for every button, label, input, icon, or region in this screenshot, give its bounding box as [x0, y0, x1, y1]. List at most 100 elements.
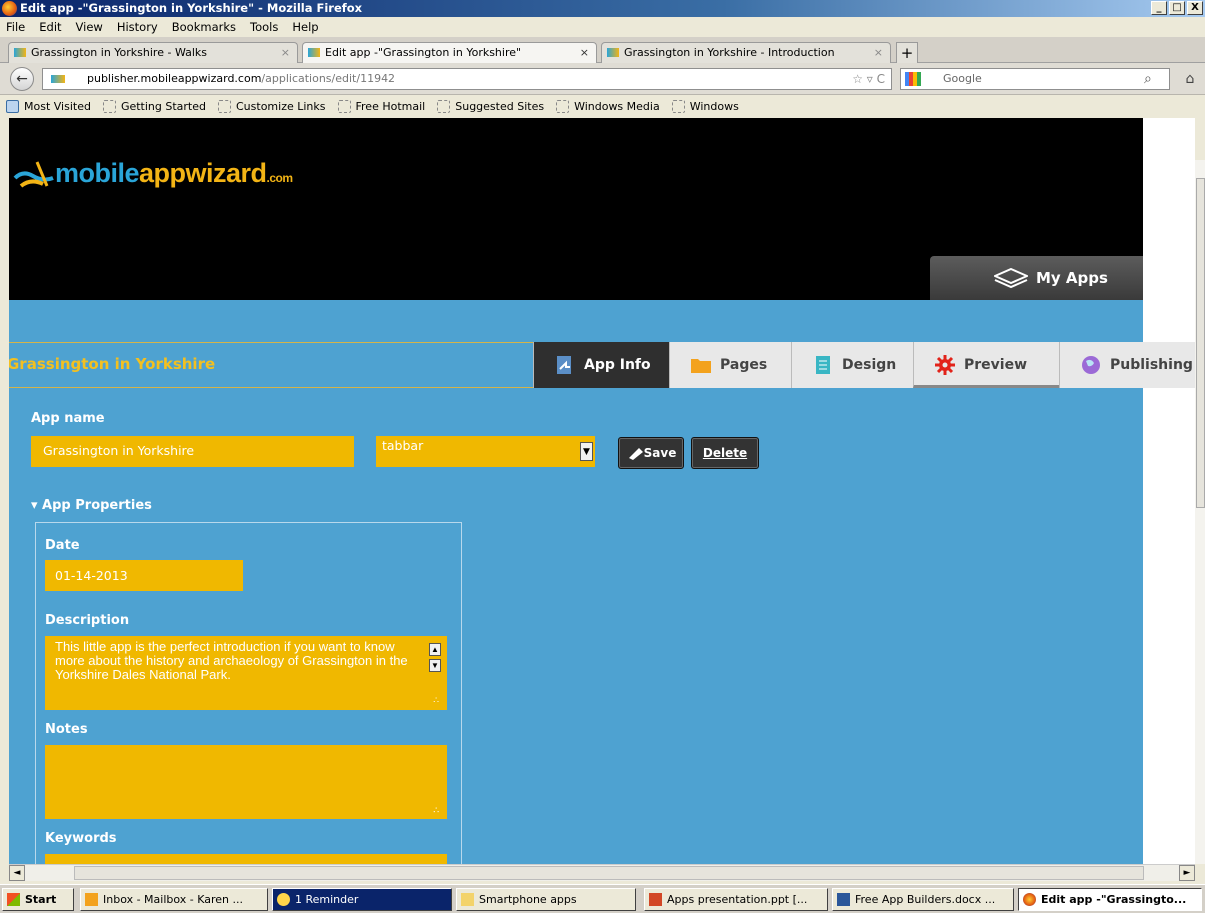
delete-button[interactable]: Delete	[691, 437, 759, 469]
menu-edit[interactable]: Edit	[39, 20, 61, 34]
menu-tools[interactable]: Tools	[250, 20, 278, 34]
tab-close-icon[interactable]: ×	[281, 43, 290, 62]
new-tab-button[interactable]: +	[896, 42, 918, 63]
app-style-value: tabbar	[382, 438, 424, 453]
bookmark-folder-icon	[6, 99, 19, 113]
notes-textarea[interactable]: ∴	[45, 745, 447, 819]
menu-bookmarks[interactable]: Bookmarks	[172, 20, 236, 34]
bookmark-customize-links[interactable]: Customize Links	[218, 99, 326, 113]
scroll-down-icon[interactable]: ▼	[429, 659, 441, 672]
tab-label: Publishing	[1110, 357, 1193, 373]
tab-app-info[interactable]: App Info	[533, 342, 669, 388]
search-icon[interactable]: ⌕	[1144, 71, 1152, 87]
date-input[interactable]: 01-14-2013	[45, 560, 243, 591]
menu-view[interactable]: View	[76, 20, 103, 34]
google-icon[interactable]	[905, 72, 921, 86]
description-label: Description	[45, 613, 130, 628]
taskbar-item-reminder[interactable]: 1 Reminder	[272, 888, 452, 911]
tab-label: App Info	[584, 357, 651, 373]
bookmark-free-hotmail[interactable]: Free Hotmail	[337, 99, 425, 113]
bookmarks-bar: Most Visited Getting Started Customize L…	[0, 96, 1205, 116]
tab-preview[interactable]: Preview	[913, 342, 1059, 388]
bookmark-windows-media[interactable]: Windows Media	[556, 99, 660, 113]
browser-tab-introduction[interactable]: Grassington in Yorkshire - Introduction …	[601, 42, 891, 63]
bookmark-getting-started[interactable]: Getting Started	[102, 99, 206, 113]
app-title-bar: Grassington in Yorkshire App Info Pages …	[9, 342, 1195, 388]
bookmark-label: Most Visited	[24, 99, 91, 113]
window-controls: _ □ X	[1151, 1, 1203, 16]
tab-label: Grassington in Yorkshire - Walks	[31, 46, 208, 59]
menu-history[interactable]: History	[117, 20, 158, 34]
back-button[interactable]: ←	[10, 67, 34, 91]
tab-publishing[interactable]: Publishing	[1059, 342, 1195, 388]
chevron-down-icon[interactable]: ▼	[580, 442, 593, 461]
bookmark-suggested-sites[interactable]: Suggested Sites	[437, 99, 544, 113]
outlook-icon	[85, 893, 98, 906]
tab-label: Pages	[720, 357, 768, 373]
scroll-right-icon[interactable]: ►	[1179, 865, 1195, 881]
firefox-icon	[1023, 893, 1036, 906]
bookmark-icon	[102, 99, 116, 113]
url-path: /applications/edit/11942	[261, 72, 396, 85]
tab-design[interactable]: Design	[791, 342, 913, 388]
browser-tab-edit-app[interactable]: Edit app -"Grassington in Yorkshire" ×	[302, 42, 597, 64]
site-favicon-icon	[308, 48, 320, 57]
minimize-button[interactable]: _	[1151, 1, 1167, 15]
app-title: Grassington in Yorkshire	[9, 355, 216, 373]
search-input[interactable]: Google	[900, 68, 1170, 90]
tab-label: Design	[842, 357, 897, 373]
search-placeholder: Google	[943, 72, 982, 85]
my-apps-button[interactable]: My Apps	[930, 256, 1159, 300]
taskbar-item-firefox[interactable]: Edit app -"Grassingto...	[1018, 888, 1202, 911]
taskbar-item-word[interactable]: Free App Builders.docx ...	[832, 888, 1014, 911]
scroll-left-icon[interactable]: ◄	[9, 865, 25, 881]
browser-tab-walks[interactable]: Grassington in Yorkshire - Walks ×	[8, 42, 298, 63]
taskbar-item-inbox[interactable]: Inbox - Mailbox - Karen ...	[80, 888, 268, 911]
site-identity-icon[interactable]	[51, 75, 65, 83]
save-label: Save	[643, 446, 677, 460]
taskbar-item-powerpoint[interactable]: Apps presentation.ppt [...	[644, 888, 828, 911]
menu-help[interactable]: Help	[292, 20, 318, 34]
keywords-input[interactable]	[45, 854, 447, 864]
vertical-scroll-thumb[interactable]	[1196, 178, 1205, 508]
bookmark-windows[interactable]: Windows	[671, 99, 739, 113]
app-name-input[interactable]: Grassington in Yorkshire	[31, 436, 354, 467]
tab-label: Preview	[964, 357, 1028, 373]
bookmark-most-visited[interactable]: Most Visited	[6, 99, 91, 113]
resize-grip-icon[interactable]: ∴	[433, 693, 439, 707]
horizontal-scrollbar[interactable]: ◄ ►	[9, 864, 1195, 881]
gear-icon	[935, 355, 955, 375]
menu-file[interactable]: File	[6, 20, 25, 34]
bookmark-icon	[556, 99, 570, 113]
app-name-label: App name	[31, 411, 105, 426]
start-button[interactable]: Start	[2, 888, 74, 911]
maximize-button[interactable]: □	[1169, 1, 1185, 15]
scroll-up-icon[interactable]: ▲	[429, 643, 441, 656]
bookmark-star-reload-icon[interactable]: ☆ ▿ C	[852, 69, 885, 89]
taskbar-label: 1 Reminder	[295, 893, 359, 906]
bookmark-label: Windows	[689, 99, 739, 113]
layers-icon	[994, 268, 1028, 289]
tab-close-icon[interactable]: ×	[874, 43, 883, 62]
logo-text-com: .com	[266, 171, 294, 185]
description-text: This little app is the perfect introduct…	[55, 639, 408, 682]
tab-pages[interactable]: Pages	[669, 342, 791, 388]
app-style-select[interactable]: tabbar ▼	[376, 436, 595, 467]
tab-close-icon[interactable]: ×	[580, 43, 589, 62]
resize-grip-icon[interactable]: ∴	[433, 806, 439, 816]
windows-logo-icon	[7, 893, 20, 906]
home-button[interactable]: ⌂	[1180, 69, 1200, 89]
app-properties-toggle[interactable]: ▾ App Properties	[31, 498, 152, 513]
close-button[interactable]: X	[1187, 1, 1203, 15]
site-favicon-icon	[14, 48, 26, 57]
save-button[interactable]: Save	[618, 437, 684, 469]
site-logo[interactable]: mobileappwizard.com	[13, 158, 294, 189]
vertical-scrollbar[interactable]	[1195, 160, 1205, 864]
taskbar-item-smartphone-apps[interactable]: Smartphone apps	[456, 888, 636, 911]
url-bar[interactable]: publisher.mobileappwizard.com/applicatio…	[42, 68, 892, 90]
bookmark-label: Getting Started	[120, 99, 206, 113]
horizontal-scroll-thumb[interactable]	[74, 866, 1144, 880]
start-label: Start	[25, 893, 57, 906]
description-textarea[interactable]: This little app is the perfect introduct…	[45, 636, 447, 710]
page-right-margin	[1143, 118, 1195, 864]
